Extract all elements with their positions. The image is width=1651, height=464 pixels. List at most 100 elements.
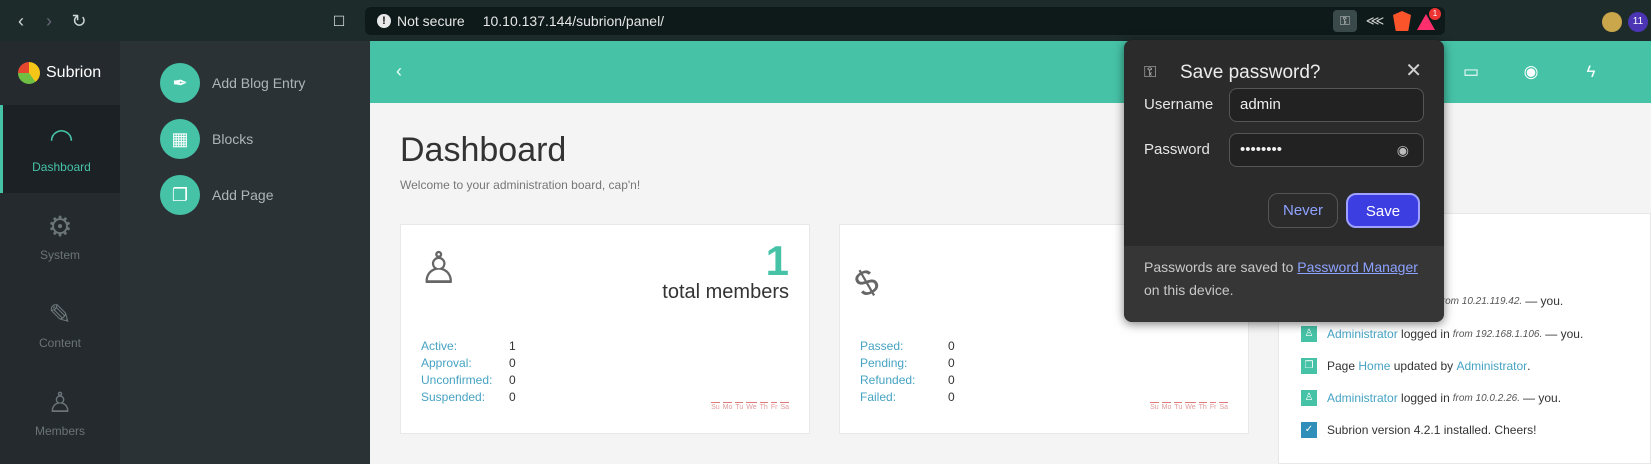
- stat-value: 0: [948, 356, 955, 370]
- user-icon: ♙: [1301, 326, 1317, 342]
- transactions-sparkline: Su Mo Tu We Th Fr Sa: [1150, 402, 1228, 411]
- username-field[interactable]: admin: [1229, 88, 1424, 122]
- key-icon: ⚿: [1144, 64, 1157, 81]
- activity-origin: from 10.0.2.26.: [1452, 392, 1521, 404]
- url-text[interactable]: 10.10.137.144/subrion/panel/: [483, 13, 664, 29]
- footer-text: on this device.: [1144, 282, 1234, 298]
- day-label: Mo: [1161, 402, 1172, 411]
- back-icon[interactable]: ‹: [10, 10, 32, 32]
- day-label: Su: [711, 402, 720, 411]
- day-label: Tu: [735, 402, 744, 411]
- nav-label: System: [39, 248, 80, 262]
- activity-user-link[interactable]: Administrator: [1327, 327, 1398, 341]
- stat-value: 0: [509, 390, 516, 404]
- subrion-logo-icon: [18, 62, 40, 84]
- username-label: Username: [1144, 96, 1214, 113]
- activity-text: — you.: [1545, 327, 1584, 341]
- activity-text: — you.: [1523, 391, 1562, 405]
- quick-links-panel: ✒ Add Blog Entry ▦ Blocks ❐ Add Page: [120, 41, 370, 464]
- close-icon[interactable]: ✕: [1405, 58, 1422, 83]
- dialog-title: Save password?: [1180, 62, 1321, 83]
- brand-logo[interactable]: Subrion: [0, 41, 120, 105]
- eye-icon[interactable]: ◉: [1501, 41, 1561, 103]
- day-label: Fr: [1209, 402, 1217, 411]
- save-password-dialog: ⚿ Save password? ✕ Username admin Passwo…: [1124, 40, 1444, 322]
- extension-badge-icon[interactable]: 11: [1628, 12, 1648, 32]
- nav-members[interactable]: ♙ Members: [0, 369, 120, 457]
- notification-badge: 1: [1429, 8, 1441, 20]
- activity-user-link[interactable]: Administrator: [1456, 359, 1527, 373]
- stat-key[interactable]: Passed:: [860, 339, 948, 356]
- activity-item: ♙ Administrator logged in from 10.0.2.26…: [1301, 390, 1561, 406]
- stat-value: 0: [509, 356, 516, 370]
- stat-key[interactable]: Unconfirmed:: [421, 373, 509, 390]
- quick-link-label: Add Page: [212, 187, 274, 203]
- activity-text: updated by: [1393, 359, 1454, 373]
- reload-icon[interactable]: ↻: [68, 10, 90, 32]
- bookmark-icon[interactable]: ☐: [328, 10, 350, 32]
- day-label: Sa: [1219, 402, 1228, 411]
- password-field[interactable]: •••••••• ◉: [1229, 133, 1424, 167]
- brave-rewards-icon[interactable]: 1: [1417, 8, 1441, 30]
- page-icon: ❐: [1301, 358, 1317, 374]
- main-sidebar: Subrion ◠ Dashboard ⚙ System ✎ Content ♙…: [0, 41, 120, 464]
- stat-key[interactable]: Failed:: [860, 390, 948, 407]
- money-icon: $: [847, 259, 886, 306]
- nav-system[interactable]: ⚙ System: [0, 193, 120, 281]
- lightning-icon[interactable]: ϟ: [1561, 41, 1621, 103]
- share-icon[interactable]: ⋘: [1363, 10, 1387, 32]
- stat-key[interactable]: Approval:: [421, 356, 509, 373]
- extension-icon[interactable]: [1602, 12, 1622, 32]
- activity-origin: from 10.21.119.42.: [1439, 295, 1523, 307]
- quick-link-blocks[interactable]: ▦ Blocks: [120, 111, 370, 167]
- nav-content[interactable]: ✎ Content: [0, 281, 120, 369]
- members-sparkline: Su Mo Tu We Th Fr Sa: [711, 402, 789, 411]
- day-label: Tu: [1174, 402, 1183, 411]
- stat-key[interactable]: Suspended:: [421, 390, 509, 407]
- pages-icon: ❐: [160, 175, 200, 215]
- address-bar[interactable]: ! Not secure 10.10.137.144/subrion/panel…: [365, 7, 1445, 35]
- day-label: Sa: [780, 402, 789, 411]
- brave-shield-icon[interactable]: [1393, 11, 1411, 31]
- pencil-icon: ✎: [48, 299, 72, 330]
- nav-dashboard[interactable]: ◠ Dashboard: [0, 105, 120, 193]
- day-label: Fr: [770, 402, 778, 411]
- day-label: Su: [1150, 402, 1159, 411]
- forward-icon[interactable]: ›: [38, 10, 60, 32]
- stat-key[interactable]: Pending:: [860, 356, 948, 373]
- members-count: 1: [765, 237, 789, 284]
- password-manager-link[interactable]: Password Manager: [1297, 259, 1418, 275]
- save-button[interactable]: Save: [1346, 193, 1420, 228]
- collapse-sidebar-icon[interactable]: ‹: [396, 61, 402, 82]
- user-icon: ♙: [47, 387, 73, 418]
- activity-item: ✓ Subrion version 4.2.1 installed. Cheer…: [1301, 422, 1536, 438]
- activity-text: Subrion version 4.2.1 installed. Cheers!: [1327, 423, 1537, 437]
- stat-key[interactable]: Active:: [421, 339, 509, 356]
- key-icon[interactable]: ⚿: [1333, 10, 1357, 32]
- activity-text: Page: [1327, 359, 1356, 373]
- activity-text: logged in: [1401, 391, 1450, 405]
- gauge-icon: ◠: [49, 123, 74, 154]
- password-label: Password: [1144, 141, 1210, 158]
- nav-label: Content: [38, 336, 82, 350]
- quick-link-add-blog-entry[interactable]: ✒ Add Blog Entry: [120, 55, 370, 111]
- day-label: Th: [759, 402, 768, 411]
- monitor-icon[interactable]: ▭: [1441, 41, 1501, 103]
- quick-link-label: Add Blog Entry: [212, 75, 306, 91]
- activity-page-link[interactable]: Home: [1358, 359, 1390, 373]
- never-button[interactable]: Never: [1268, 193, 1338, 228]
- grid-icon: ▦: [160, 119, 200, 159]
- password-value: ••••••••: [1240, 141, 1283, 158]
- activity-user-link[interactable]: Administrator: [1327, 391, 1398, 405]
- header-bar: ‹ ▭ ◉ ϟ: [370, 41, 1651, 103]
- dialog-footer: Passwords are saved to Password Manager …: [1124, 246, 1444, 322]
- day-label: We: [746, 402, 757, 411]
- quick-link-add-page[interactable]: ❐ Add Page: [120, 167, 370, 223]
- stat-key[interactable]: Refunded:: [860, 373, 948, 390]
- day-label: Th: [1198, 402, 1207, 411]
- security-label[interactable]: Not secure: [397, 13, 465, 29]
- footer-text: Passwords are saved to: [1144, 259, 1294, 275]
- warning-icon[interactable]: !: [377, 14, 391, 28]
- show-password-icon[interactable]: ◉: [1397, 134, 1409, 166]
- quick-link-label: Blocks: [212, 131, 254, 147]
